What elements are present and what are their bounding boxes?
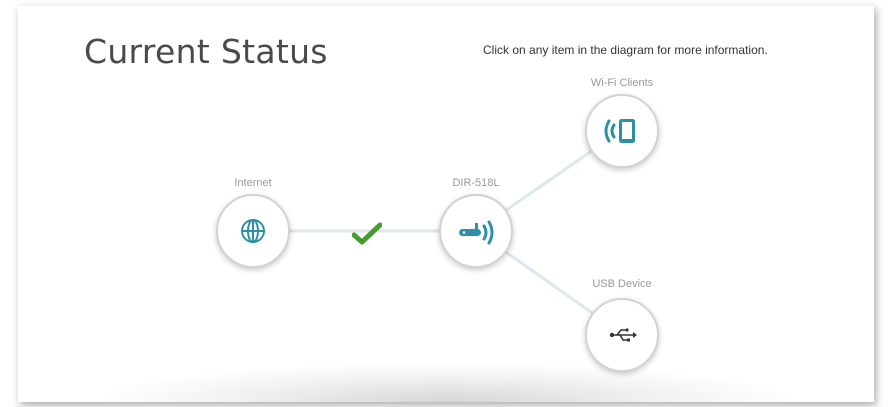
usb-icon: [609, 328, 637, 342]
router-label: DIR-518L: [452, 177, 500, 189]
wifi-tablet-icon: [604, 119, 635, 143]
status-panel: Current Status Click on any item in the …: [18, 6, 874, 402]
internet-node[interactable]: [216, 194, 290, 268]
usb-device-label: USB Device: [592, 278, 652, 290]
checkmark-icon: [352, 222, 382, 245]
globe-icon: [241, 219, 265, 243]
router-icon: [459, 220, 494, 245]
usb-device-node[interactable]: [585, 298, 659, 372]
internet-label: Internet: [234, 177, 272, 189]
router-node[interactable]: [439, 194, 513, 268]
wifi-clients-node[interactable]: [585, 94, 659, 168]
wifi-clients-label: Wi-Fi Clients: [590, 77, 654, 89]
page: Current Status Click on any item in the …: [0, 0, 888, 407]
